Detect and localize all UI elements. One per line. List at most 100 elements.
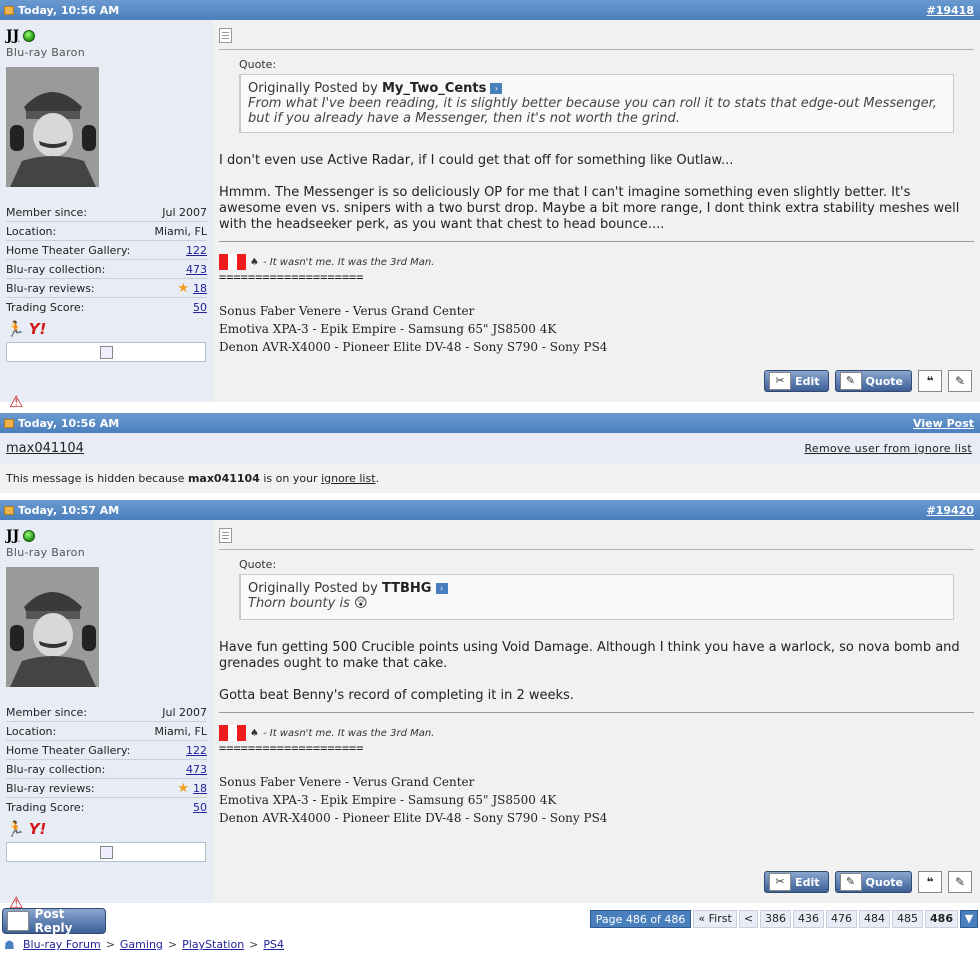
multi-quote-icon[interactable]: ❝ [918, 370, 942, 392]
stat-bluray-collection: Blu-ray collection: 473 [6, 760, 207, 779]
chevron-down-icon[interactable]: ▼ [960, 910, 978, 928]
user-panel: JJ Blu-ray Baron Member since: Jul 2007 L… [0, 520, 213, 911]
quote-button[interactable]: ✎ Quote [834, 871, 912, 893]
online-status-icon [23, 30, 36, 42]
quote-label: Quote: [239, 558, 277, 571]
flag-icon [219, 254, 246, 270]
aim-icon[interactable]: 🏃 [6, 820, 25, 838]
ignore-list-link[interactable]: ignore list [321, 472, 375, 485]
breadcrumb-link[interactable]: PlayStation [182, 938, 244, 951]
user-stats: Member since: Jul 2007 Location: Miami, FL… [6, 203, 207, 317]
stat-trading-score: Trading Score: 50 [6, 801, 207, 814]
quote-pencil-icon: ✎ [839, 372, 862, 390]
avatar[interactable] [6, 67, 99, 187]
post-document-icon [219, 528, 232, 543]
flag-icon [219, 725, 246, 741]
quick-reply-icon[interactable]: ✎ [948, 871, 972, 893]
stat-trading-score: Trading Score: 50 [6, 301, 207, 314]
spade-icon: ♠ [250, 256, 259, 268]
post-reply-button[interactable]: Post Reply [2, 907, 106, 935]
ignored-post-header: Today, 10:56 AM View Post [0, 413, 980, 433]
quote-block: Quote: Originally Posted by My_Two_Cents… [239, 58, 954, 133]
collection-count-link[interactable]: 473 [186, 763, 207, 776]
breadcrumb-link[interactable]: Blu-ray Forum [23, 938, 101, 951]
stat-location: Location: Miami, FL [6, 722, 207, 741]
user-panel: JJ Blu-ray Baron Member since: Jul 2007 L… [0, 20, 213, 410]
quote-author: TTBHG [381, 581, 432, 596]
quote-label: Quote: [239, 58, 277, 71]
broken-image-icon [99, 845, 113, 859]
broken-image-icon [99, 345, 113, 359]
user-banner-image [6, 842, 206, 862]
stat-member-since: Member since: Jul 2007 [6, 703, 207, 722]
reviews-count-link[interactable]: 18 [193, 282, 207, 295]
post-time: Today, 10:56 AM [18, 416, 120, 430]
spade-icon: ♠ [250, 727, 259, 739]
post-1: Today, 10:56 AM #19418 JJ Blu-ray Baron [0, 0, 980, 410]
bottom-bar: Post Reply Page 486 of 486 « First < 386… [0, 906, 980, 936]
user-title: Blu-ray Baron [6, 546, 85, 559]
multi-quote-icon[interactable]: ❝ [918, 871, 942, 893]
signature: ♠ - It wasn't me. It was the 3rd Man. ===… [219, 725, 974, 827]
post-document-icon [219, 28, 232, 43]
report-post-icon[interactable]: ⚠ [9, 394, 26, 410]
username-link[interactable]: JJ [6, 528, 36, 544]
forum-home-icon[interactable]: ☗ [4, 939, 18, 951]
page-first-link[interactable]: « First [693, 910, 737, 928]
breadcrumb-link[interactable]: Gaming [120, 938, 163, 951]
view-post-link[interactable]: View Post [913, 417, 974, 430]
star-icon: ★ [177, 780, 189, 796]
stat-home-theater-gallery: Home Theater Gallery: 122 [6, 241, 207, 260]
shocked-emoji-icon: 😲 [353, 596, 368, 611]
gallery-count-link[interactable]: 122 [186, 244, 207, 257]
edit-button[interactable]: ✂ Edit [764, 370, 829, 392]
post-status-icon [4, 5, 14, 15]
gallery-count-link[interactable]: 122 [186, 744, 207, 757]
view-quoted-post-icon[interactable]: › [490, 83, 503, 94]
post-number-link[interactable]: #19418 [927, 4, 975, 17]
quote-text: Thorn bounty is [248, 596, 350, 611]
ignored-message: This message is hidden because max041104… [0, 463, 980, 493]
quote-button[interactable]: ✎ Quote [834, 370, 912, 392]
page-current: 486 [925, 910, 958, 928]
post-message: Have fun getting 500 Crucible points usi… [219, 640, 960, 703]
page-prev-link[interactable]: < [738, 910, 759, 928]
post-number-link[interactable]: #19420 [927, 504, 975, 517]
page-link[interactable]: 476 [826, 910, 858, 928]
remove-ignore-link[interactable]: Remove user from ignore list [804, 442, 972, 455]
ignored-post: Today, 10:56 AM View Post max041104 Remo… [0, 413, 980, 493]
view-quoted-post-icon[interactable]: › [435, 583, 448, 594]
username-link[interactable]: JJ [6, 28, 36, 44]
trading-score-link[interactable]: 50 [193, 301, 207, 314]
stat-bluray-collection: Blu-ray collection: 473 [6, 260, 207, 279]
ignored-username-link[interactable]: max041104 [6, 441, 84, 456]
page-link[interactable]: 386 [760, 910, 792, 928]
post-status-icon [4, 418, 14, 428]
page-link[interactable]: 436 [793, 910, 825, 928]
post-header: Today, 10:57 AM #19420 [0, 500, 980, 520]
quick-reply-icon[interactable]: ✎ [948, 370, 972, 392]
stat-bluray-reviews: Blu-ray reviews: ★ 18 [6, 779, 207, 798]
breadcrumb-link[interactable]: PS4 [263, 938, 284, 951]
aim-icon[interactable]: 🏃 [6, 320, 25, 338]
reviews-count-link[interactable]: 18 [193, 782, 207, 795]
quote-text: From what I've been reading, it is sligh… [248, 96, 937, 126]
post-status-icon [4, 505, 14, 515]
yahoo-icon[interactable]: Y! [29, 320, 47, 338]
collection-count-link[interactable]: 473 [186, 263, 207, 276]
breadcrumb: ☗ Blu-ray Forum > Gaming > PlayStation >… [4, 937, 285, 952]
reply-icon [7, 911, 29, 931]
edit-button[interactable]: ✂ Edit [764, 871, 829, 893]
page-link[interactable]: 485 [892, 910, 924, 928]
yahoo-icon[interactable]: Y! [29, 820, 47, 838]
signature: ♠ - It wasn't me. It was the 3rd Man. ===… [219, 254, 974, 356]
quote-block: Quote: Originally Posted by TTBHG › Thor… [239, 558, 954, 620]
post-time: Today, 10:57 AM [18, 503, 120, 517]
post-message: I don't even use Active Radar, if I coul… [219, 153, 960, 232]
user-stats: Member since: Jul 2007 Location: Miami, FL… [6, 703, 207, 817]
page-link[interactable]: 484 [859, 910, 891, 928]
pagination: Page 486 of 486 « First < 386 436 476 48… [589, 910, 978, 928]
post-content: Quote: Originally Posted by My_Two_Cents… [213, 20, 980, 402]
avatar[interactable] [6, 567, 99, 687]
trading-score-link[interactable]: 50 [193, 801, 207, 814]
